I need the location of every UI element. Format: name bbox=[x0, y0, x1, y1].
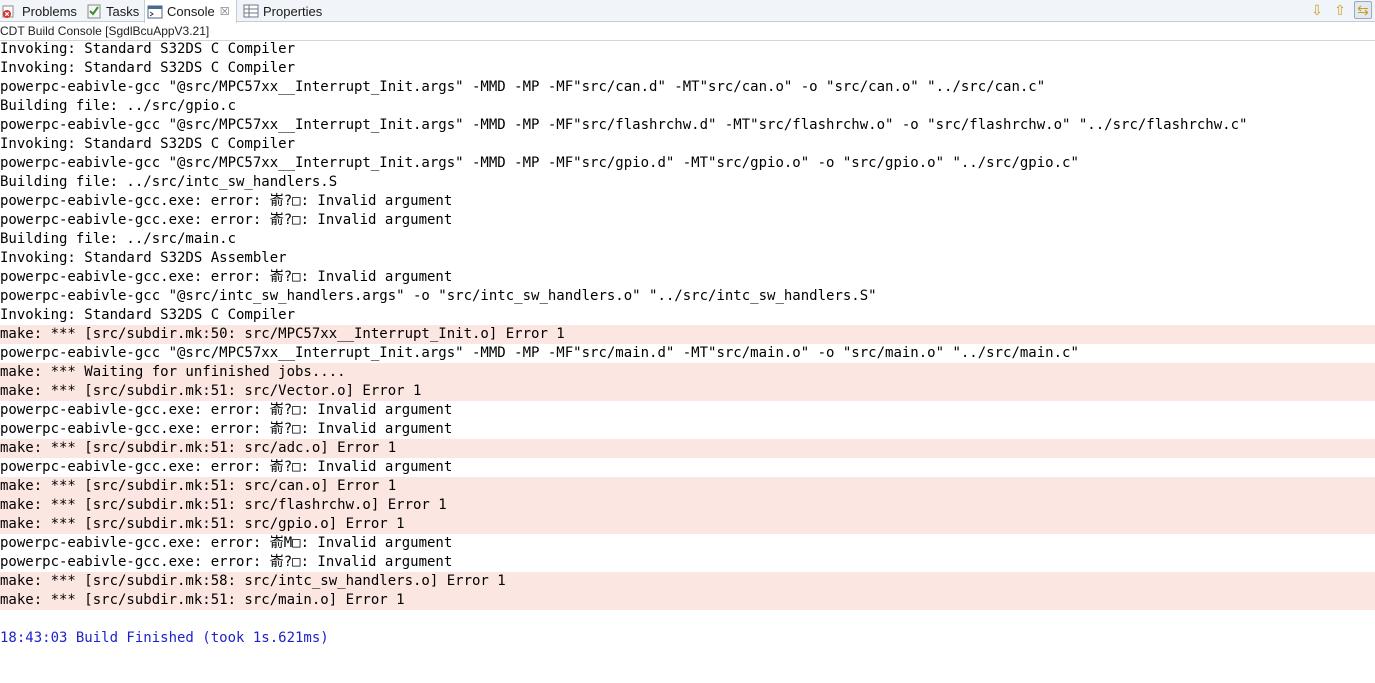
close-icon[interactable]: ☒ bbox=[220, 5, 230, 18]
console-error-line: make: *** Waiting for unfinished jobs...… bbox=[0, 363, 1375, 382]
console-error-line: make: *** [src/subdir.mk:51: src/Vector.… bbox=[0, 382, 1375, 401]
console-error-line: make: *** [src/subdir.mk:58: src/intc_sw… bbox=[0, 572, 1375, 591]
tab-tasks-label: Tasks bbox=[106, 3, 140, 19]
console-line: powerpc-eabivle-gcc.exe: error: 嵛M□: Inv… bbox=[0, 535, 453, 551]
console-line: powerpc-eabivle-gcc.exe: error: 嵛?□: Inv… bbox=[0, 402, 453, 418]
next-annotation-button[interactable]: ⇩ bbox=[1308, 1, 1326, 19]
tab-problems-label: Problems bbox=[22, 3, 77, 19]
tasks-icon bbox=[86, 3, 102, 19]
console-line: powerpc-eabivle-gcc "@src/intc_sw_handle… bbox=[0, 288, 877, 304]
previous-annotation-icon: ⇧ bbox=[1334, 1, 1346, 18]
console-output[interactable]: Invoking: Standard S32DS C Compiler Invok… bbox=[0, 40, 1375, 683]
console-line: Building file: ../src/gpio.c bbox=[0, 98, 237, 114]
previous-annotation-button[interactable]: ⇧ bbox=[1331, 1, 1349, 19]
console-line: Building file: ../src/main.c bbox=[0, 231, 237, 247]
tab-console-label: Console bbox=[167, 4, 215, 19]
tab-console[interactable]: Console ☒ bbox=[144, 0, 237, 23]
tab-properties-label: Properties bbox=[263, 3, 323, 19]
console-icon bbox=[147, 4, 163, 20]
console-line: powerpc-eabivle-gcc "@src/MPC57xx__Inter… bbox=[0, 345, 1079, 361]
view-tab-bar: Problems Tasks Console ☒ Properties ⇩ ⇧ … bbox=[0, 0, 1375, 23]
console-line: powerpc-eabivle-gcc "@src/MPC57xx__Inter… bbox=[0, 117, 1248, 133]
console-error-line: make: *** [src/subdir.mk:51: src/gpio.o]… bbox=[0, 515, 1375, 534]
tab-properties[interactable]: Properties bbox=[241, 0, 322, 22]
properties-icon bbox=[243, 3, 259, 19]
console-line: powerpc-eabivle-gcc.exe: error: 嵛?□: Inv… bbox=[0, 554, 453, 570]
console-line: Invoking: Standard S32DS C Compiler bbox=[0, 41, 296, 57]
problems-icon bbox=[2, 3, 18, 19]
console-title: CDT Build Console [SgdlBcuAppV3.21] bbox=[0, 24, 210, 38]
link-with-editor-icon: ⇆ bbox=[1357, 1, 1369, 18]
tab-problems[interactable]: Problems bbox=[0, 0, 77, 22]
console-error-line: make: *** [src/subdir.mk:51: src/main.o]… bbox=[0, 591, 1375, 610]
console-status-line: 18:43:03 Build Finished (took 1s.621ms) bbox=[0, 630, 329, 646]
console-line: powerpc-eabivle-gcc "@src/MPC57xx__Inter… bbox=[0, 79, 1046, 95]
console-error-line: make: *** [src/subdir.mk:50: src/MPC57xx… bbox=[0, 325, 1375, 344]
console-line: Invoking: Standard S32DS C Compiler bbox=[0, 60, 296, 76]
tab-tasks[interactable]: Tasks bbox=[84, 0, 139, 22]
console-error-line: make: *** [src/subdir.mk:51: src/adc.o] … bbox=[0, 439, 1375, 458]
next-annotation-icon: ⇩ bbox=[1311, 1, 1323, 18]
console-line: powerpc-eabivle-gcc.exe: error: 嵛?□: Inv… bbox=[0, 212, 453, 228]
console-line: powerpc-eabivle-gcc.exe: error: 嵛?□: Inv… bbox=[0, 269, 453, 285]
console-line: Invoking: Standard S32DS C Compiler bbox=[0, 307, 296, 323]
console-line: Building file: ../src/intc_sw_handlers.S bbox=[0, 174, 338, 190]
console-line: Invoking: Standard S32DS Assembler bbox=[0, 250, 287, 266]
console-line: powerpc-eabivle-gcc "@src/MPC57xx__Inter… bbox=[0, 155, 1079, 171]
link-with-editor-button[interactable]: ⇆ bbox=[1354, 1, 1372, 19]
console-line: Invoking: Standard S32DS C Compiler bbox=[0, 136, 296, 152]
console-error-line: make: *** [src/subdir.mk:51: src/flashrc… bbox=[0, 496, 1375, 515]
console-error-line: make: *** [src/subdir.mk:51: src/can.o] … bbox=[0, 477, 1375, 496]
console-line: powerpc-eabivle-gcc.exe: error: 嵛?□: Inv… bbox=[0, 421, 453, 437]
console-line: powerpc-eabivle-gcc.exe: error: 嵛?□: Inv… bbox=[0, 193, 453, 209]
console-line: powerpc-eabivle-gcc.exe: error: 嵛?□: Inv… bbox=[0, 459, 453, 475]
